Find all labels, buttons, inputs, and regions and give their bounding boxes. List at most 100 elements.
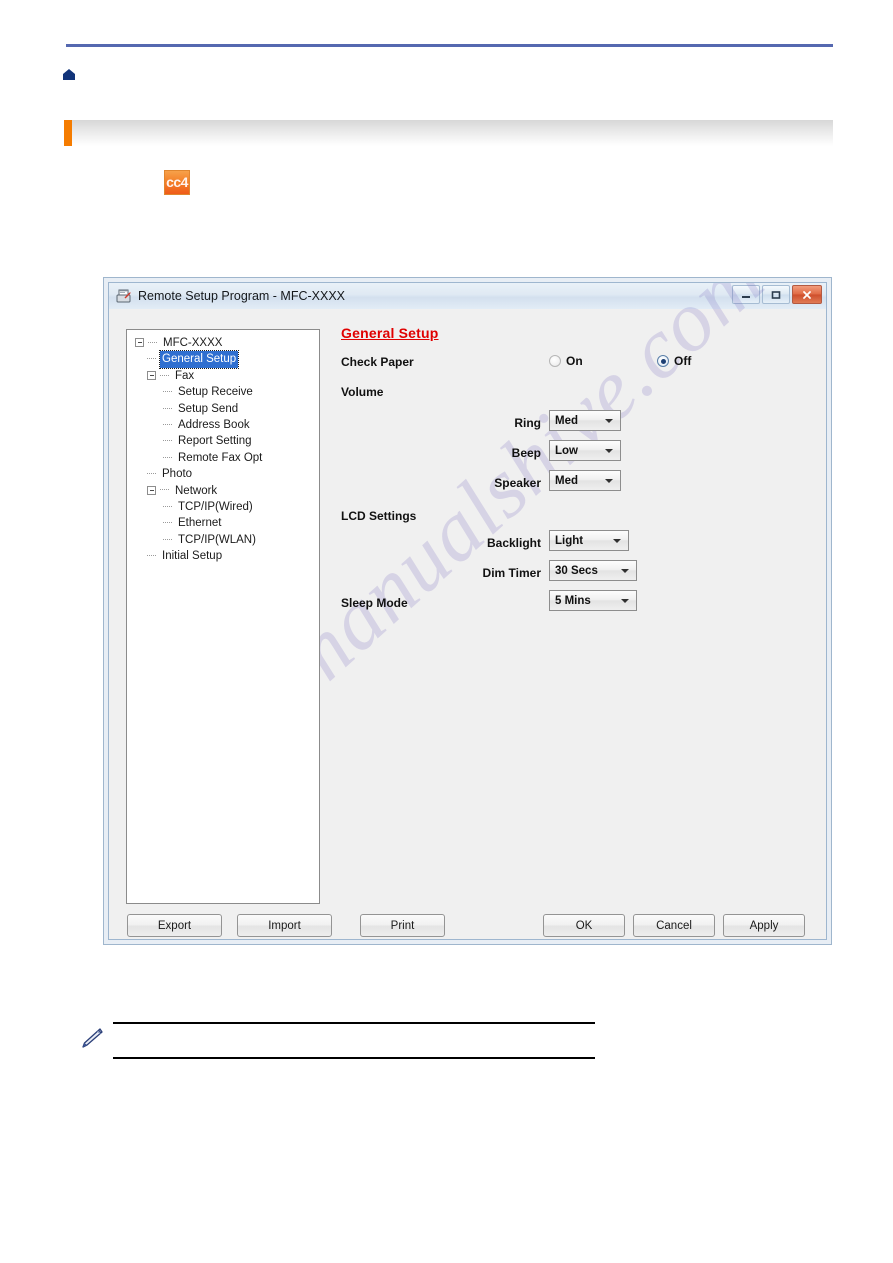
tree-item-fax[interactable]: Fax <box>127 368 319 384</box>
chevron-down-icon <box>613 539 621 543</box>
maximize-icon[interactable] <box>762 285 790 304</box>
minimize-icon[interactable] <box>732 285 760 304</box>
beep-volume-select[interactable]: Low <box>549 440 621 461</box>
ok-button[interactable]: OK <box>543 914 625 937</box>
tree-item-label: Setup Receive <box>178 386 253 399</box>
lcd-settings-label: LCD Settings <box>341 509 417 523</box>
apply-button[interactable]: Apply <box>723 914 805 937</box>
tree-item-tcpip-wired[interactable]: TCP/IP(Wired) <box>127 499 319 515</box>
tree-item-label: TCP/IP(WLAN) <box>178 533 256 546</box>
remote-setup-icon <box>116 289 132 304</box>
tree-item-general-setup[interactable]: General Setup <box>127 350 319 369</box>
chevron-down-icon <box>605 479 613 483</box>
tree-connector <box>163 538 172 541</box>
collapse-minus-icon[interactable] <box>147 485 156 495</box>
tree-item-label: Network <box>175 484 218 497</box>
dialog-title: Remote Setup Program - MFC-XXXX <box>138 289 346 303</box>
home-icon[interactable] <box>62 68 76 82</box>
tree-item-label: General Setup <box>158 350 240 369</box>
tree-item-label: Photo <box>162 468 193 481</box>
check-paper-on-radio[interactable]: On <box>549 354 583 368</box>
speaker-volume-select[interactable]: Med <box>549 470 621 491</box>
close-icon[interactable] <box>792 285 822 304</box>
tree-connector <box>163 505 172 508</box>
ring-volume-value: Med <box>555 414 578 427</box>
tree-connector <box>147 555 156 557</box>
tree-item-label: Initial Setup <box>162 550 223 563</box>
sleep-mode-label: Sleep Mode <box>341 596 408 610</box>
speaker-label: Speaker <box>494 476 541 490</box>
note-pencil-icon <box>78 1026 104 1052</box>
tree-item-label: TCP/IP(Wired) <box>178 500 253 513</box>
section-banner-accent <box>64 120 72 146</box>
dim-timer-label: Dim Timer <box>482 566 541 580</box>
tree-connector <box>163 456 172 459</box>
cc4-app-icon: cc4 <box>164 170 190 195</box>
tree-item-label: Setup Send <box>178 402 239 415</box>
tree-connector <box>147 358 156 360</box>
collapse-minus-icon[interactable] <box>135 338 144 348</box>
tree-item-label: Fax <box>175 369 195 382</box>
ring-volume-select[interactable]: Med <box>549 410 621 431</box>
tree-item-setup-receive[interactable]: Setup Receive <box>127 384 319 400</box>
tree-item-label: Address Book <box>178 418 250 431</box>
chevron-down-icon <box>605 419 613 423</box>
chevron-down-icon <box>605 449 613 453</box>
radio-selected-icon <box>657 355 669 367</box>
tree-connector <box>148 341 157 344</box>
cancel-button[interactable]: Cancel <box>633 914 715 937</box>
tree-item-tcpip-wlan[interactable]: TCP/IP(WLAN) <box>127 532 319 548</box>
dim-timer-value: 30 Secs <box>555 564 598 577</box>
tree-connector <box>163 391 172 393</box>
beep-volume-value: Low <box>555 444 578 457</box>
settings-pane: General Setup Check Paper On Off Volume … <box>337 325 816 879</box>
tree-item-setup-send[interactable]: Setup Send <box>127 401 319 417</box>
tree-item-ethernet[interactable]: Ethernet <box>127 515 319 531</box>
settings-tree-panel[interactable]: MFC-XXXX General Setup Fax Setup Receive… <box>126 329 320 904</box>
tree-item-mfc-xxxx[interactable]: MFC-XXXX <box>127 335 319 351</box>
tree-connector <box>160 489 169 491</box>
check-paper-label: Check Paper <box>341 355 414 369</box>
backlight-label: Backlight <box>486 536 541 550</box>
dialog-titlebar[interactable]: Remote Setup Program - MFC-XXXX <box>109 283 826 309</box>
sleep-mode-value: 5 Mins <box>555 594 591 607</box>
chevron-down-icon <box>621 599 629 603</box>
tree-connector <box>160 374 169 377</box>
print-button[interactable]: Print <box>360 914 445 937</box>
tree-item-initial-setup[interactable]: Initial Setup <box>127 548 319 564</box>
section-banner <box>64 120 833 146</box>
tree-item-label: MFC-XXXX <box>163 337 223 349</box>
speaker-volume-value: Med <box>555 474 578 487</box>
tree-connector <box>147 473 156 475</box>
backlight-value: Light <box>555 534 584 547</box>
tree-item-photo[interactable]: Photo <box>127 466 319 482</box>
collapse-minus-icon[interactable] <box>147 371 156 381</box>
tree-connector <box>163 522 172 524</box>
tree-item-label: Remote Fax Opt <box>178 451 263 464</box>
sleep-mode-select[interactable]: 5 Mins <box>549 590 637 611</box>
tree-item-network[interactable]: Network <box>127 483 319 499</box>
window-controls <box>732 285 822 304</box>
backlight-select[interactable]: Light <box>549 530 629 551</box>
check-paper-off-radio[interactable]: Off <box>657 354 691 368</box>
beep-label: Beep <box>511 446 541 460</box>
remote-setup-dialog: Remote Setup Program - MFC-XXXX manualsh… <box>108 282 827 940</box>
tree-item-label: Ethernet <box>178 517 222 530</box>
dim-timer-select[interactable]: 30 Secs <box>549 560 637 581</box>
screenshot-frame: Remote Setup Program - MFC-XXXX manualsh… <box>103 277 832 945</box>
tree-connector <box>163 440 172 442</box>
tree-item-address-book[interactable]: Address Book <box>127 417 319 433</box>
tree-item-report-setting[interactable]: Report Setting <box>127 433 319 449</box>
check-paper-off-label: Off <box>674 354 692 368</box>
radio-icon <box>549 355 561 367</box>
tree-item-label: Report Setting <box>178 435 252 448</box>
note-redaction-line <box>113 1057 595 1059</box>
dialog-body: manualshive.com MFC-XXXX General Setup F… <box>109 283 826 939</box>
tree-item-remote-fax-opt[interactable]: Remote Fax Opt <box>127 450 319 466</box>
import-button[interactable]: Import <box>237 914 332 937</box>
chevron-down-icon <box>621 569 629 573</box>
export-button[interactable]: Export <box>127 914 222 937</box>
tree-connector <box>163 423 172 426</box>
volume-label: Volume <box>341 385 384 399</box>
settings-tree: MFC-XXXX General Setup Fax Setup Receive… <box>127 330 319 564</box>
